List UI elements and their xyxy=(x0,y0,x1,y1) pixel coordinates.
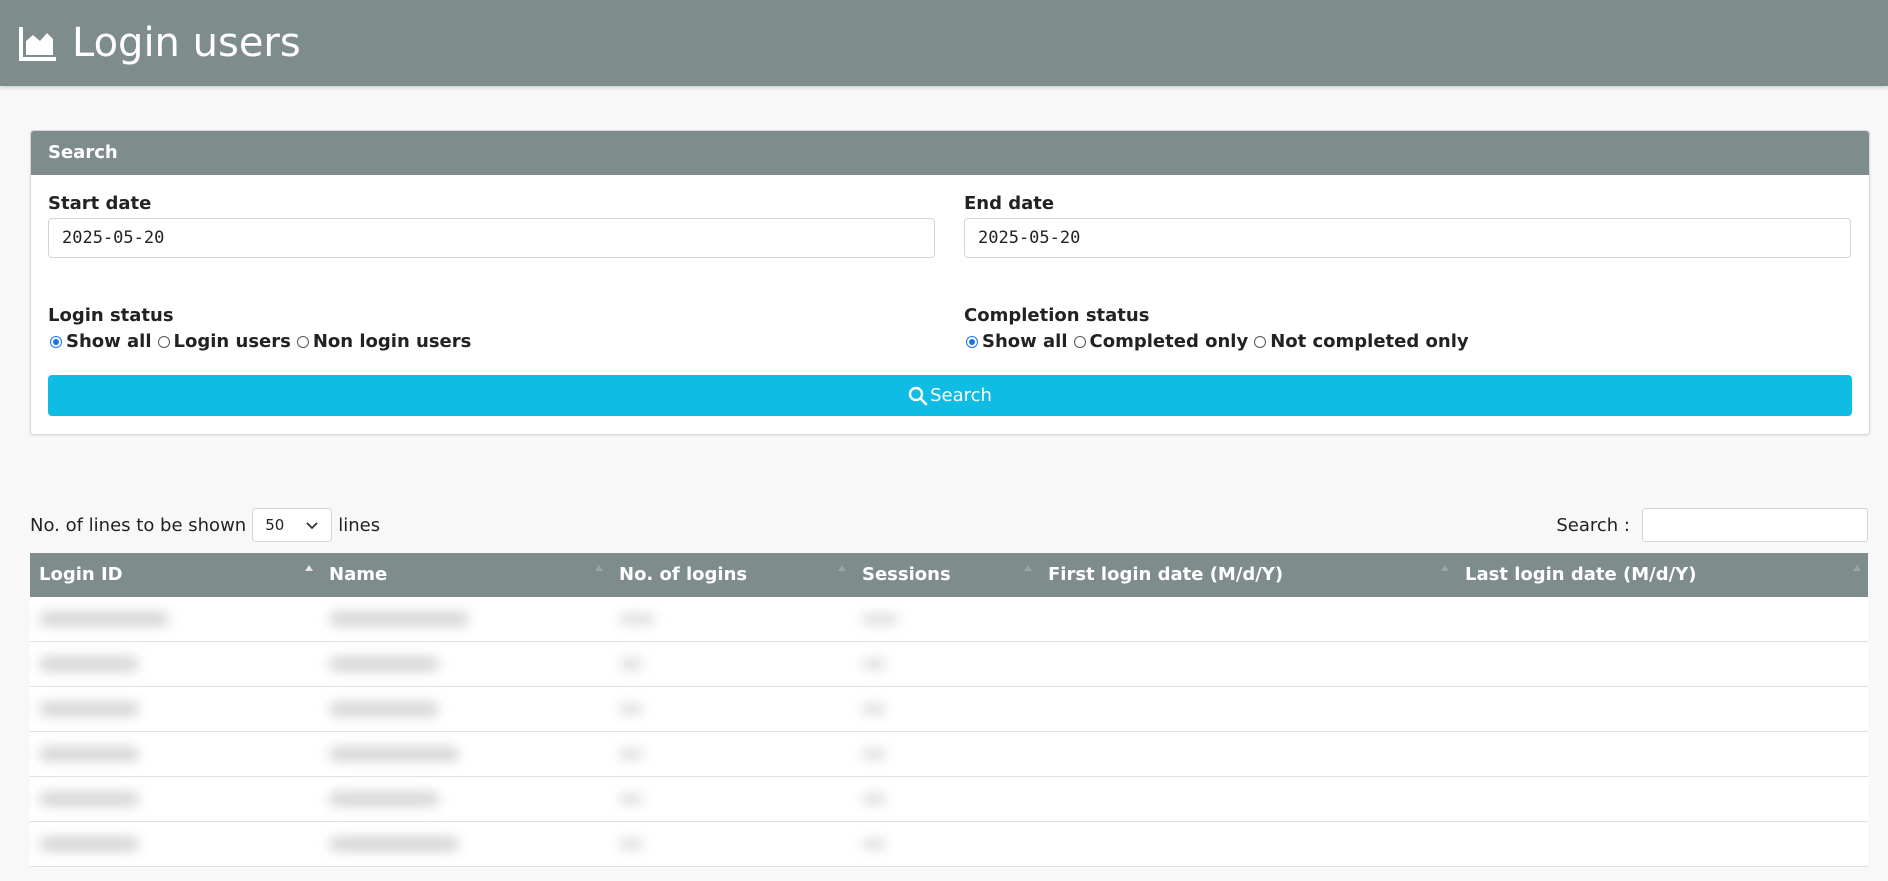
login-status-show-all-radio[interactable] xyxy=(50,335,62,348)
search-icon xyxy=(908,386,928,405)
chevron-down-icon xyxy=(306,522,318,530)
end-date-label: End date xyxy=(964,193,1055,214)
search-button[interactable]: Search xyxy=(48,375,1852,416)
cell-no-of-logins xyxy=(610,777,853,821)
login-status-login-users-label[interactable]: Login users xyxy=(174,331,291,352)
table-body xyxy=(30,597,1868,867)
search-panel: Search Start date 2025-05-20 End date 20… xyxy=(30,130,1870,435)
page-length-value: 50 xyxy=(265,516,285,534)
column-last-login-date[interactable]: Last login date (M/d/Y) xyxy=(1456,553,1868,597)
completion-status-not-completed-only-radio[interactable] xyxy=(1254,335,1267,348)
cell-no-of-logins xyxy=(610,642,853,686)
page-length-control: No. of lines to be shown 50 lines xyxy=(30,508,380,542)
lines-prefix-label: No. of lines to be shown xyxy=(30,514,247,536)
cell-login-id xyxy=(30,642,320,686)
page-title: Login users xyxy=(72,20,301,66)
completion-status-not-completed-only-label[interactable]: Not completed only xyxy=(1270,331,1468,352)
login-status-show-all-label[interactable]: Show all xyxy=(66,331,152,352)
login-users-table: Login ID Name No. of logins Sessions Fir… xyxy=(30,553,1868,867)
cell-no-of-logins xyxy=(610,732,853,776)
sort-icon xyxy=(1441,565,1449,571)
cell-sessions xyxy=(853,687,1039,731)
table-row[interactable] xyxy=(30,777,1868,822)
cell-login-id xyxy=(30,822,320,866)
column-login-id[interactable]: Login ID xyxy=(30,553,320,597)
column-first-login-date[interactable]: First login date (M/d/Y) xyxy=(1039,553,1456,597)
column-sessions-label: Sessions xyxy=(862,564,951,585)
sort-icon xyxy=(838,565,846,571)
cell-no-of-logins xyxy=(610,597,853,641)
login-status-login-users-radio[interactable] xyxy=(157,335,170,348)
sort-asc-icon xyxy=(305,565,313,571)
cell-sessions xyxy=(853,822,1039,866)
cell-no-of-logins xyxy=(610,822,853,866)
page-header: Login users xyxy=(0,0,1888,86)
completion-status-show-all-radio[interactable] xyxy=(966,335,978,348)
completion-status-label: Completion status xyxy=(964,305,1150,326)
cell-login-id xyxy=(30,687,320,731)
cell-login-id xyxy=(30,777,320,821)
cell-login-id xyxy=(30,597,320,641)
column-last-login-date-label: Last login date (M/d/Y) xyxy=(1465,564,1697,585)
completion-status-completed-only-radio[interactable] xyxy=(1073,335,1086,348)
table-row[interactable] xyxy=(30,597,1868,642)
login-status-non-login-users-label[interactable]: Non login users xyxy=(313,331,472,352)
column-no-of-logins-label: No. of logins xyxy=(619,564,748,585)
completion-status-show-all-label[interactable]: Show all xyxy=(982,331,1068,352)
cell-name xyxy=(320,687,610,731)
table-row[interactable] xyxy=(30,732,1868,777)
cell-name xyxy=(320,642,610,686)
cell-login-id xyxy=(30,732,320,776)
sort-icon xyxy=(1024,565,1032,571)
column-sessions[interactable]: Sessions xyxy=(853,553,1039,597)
cell-name xyxy=(320,822,610,866)
table-header-row: Login ID Name No. of logins Sessions Fir… xyxy=(30,553,1868,597)
table-search-input[interactable] xyxy=(1642,508,1868,542)
cell-name xyxy=(320,597,610,641)
column-no-of-logins[interactable]: No. of logins xyxy=(610,553,853,597)
column-name-label: Name xyxy=(329,564,388,585)
page-length-select[interactable]: 50 xyxy=(252,508,333,542)
cell-sessions xyxy=(853,777,1039,821)
column-login-id-label: Login ID xyxy=(39,564,123,585)
cell-name xyxy=(320,777,610,821)
lines-suffix-label: lines xyxy=(338,514,381,536)
cell-name xyxy=(320,732,610,776)
sort-icon xyxy=(595,565,603,571)
table-row[interactable] xyxy=(30,687,1868,732)
login-status-non-login-users-radio[interactable] xyxy=(296,335,309,348)
cell-sessions xyxy=(853,732,1039,776)
table-search: Search : xyxy=(1556,508,1868,542)
end-date-input[interactable]: 2025-05-20 xyxy=(964,218,1851,258)
cell-sessions xyxy=(853,642,1039,686)
start-date-label: Start date xyxy=(48,193,152,214)
column-name[interactable]: Name xyxy=(320,553,610,597)
cell-no-of-logins xyxy=(610,687,853,731)
sort-icon xyxy=(1853,565,1861,571)
start-date-input[interactable]: 2025-05-20 xyxy=(48,218,935,258)
completion-status-completed-only-label[interactable]: Completed only xyxy=(1090,331,1249,352)
login-status-radio-group: Show all Login users Non login users xyxy=(48,331,475,352)
table-search-label: Search : xyxy=(1556,514,1630,536)
search-panel-title: Search xyxy=(31,131,1869,175)
completion-status-radio-group: Show all Completed only Not completed on… xyxy=(964,331,1473,352)
column-first-login-date-label: First login date (M/d/Y) xyxy=(1048,564,1284,585)
area-chart-icon xyxy=(19,27,56,61)
table-row[interactable] xyxy=(30,642,1868,687)
login-status-label: Login status xyxy=(48,305,174,326)
cell-sessions xyxy=(853,597,1039,641)
table-row[interactable] xyxy=(30,822,1868,867)
search-button-label: Search xyxy=(930,385,992,406)
